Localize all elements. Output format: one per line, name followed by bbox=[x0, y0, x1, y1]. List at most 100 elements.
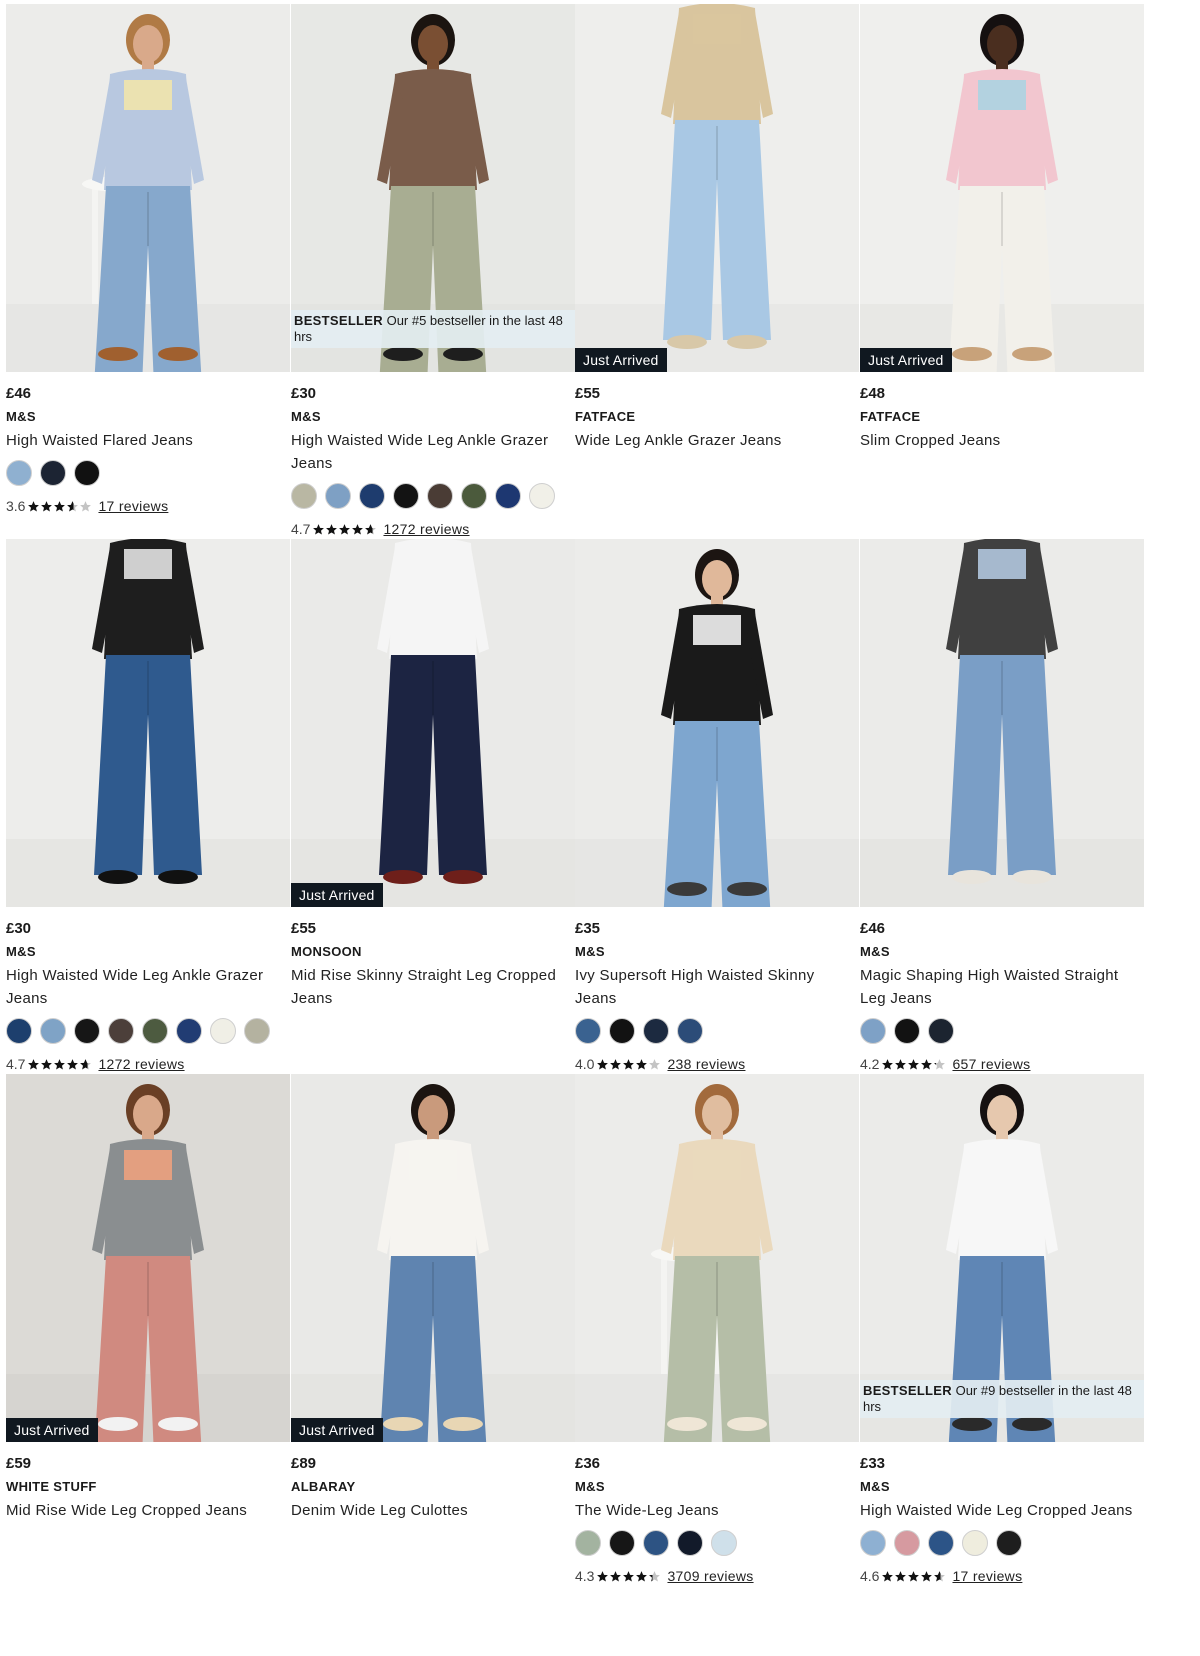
product-photo[interactable] bbox=[860, 539, 1144, 907]
colour-swatch[interactable] bbox=[291, 483, 317, 509]
colour-swatch[interactable] bbox=[575, 1018, 601, 1044]
colour-swatch[interactable] bbox=[461, 483, 487, 509]
product-card[interactable]: Just Arrived £48 FATFACE Slim Cropped Jeans bbox=[860, 4, 1144, 452]
colour-swatch[interactable] bbox=[711, 1530, 737, 1556]
colour-swatch[interactable] bbox=[609, 1018, 635, 1044]
product-photo[interactable] bbox=[575, 539, 859, 907]
product-card[interactable]: BESTSELLER Our #9 bestseller in the last… bbox=[860, 1074, 1144, 1586]
colour-swatch[interactable] bbox=[6, 460, 32, 486]
product-photo[interactable] bbox=[860, 4, 1144, 372]
product-photo[interactable] bbox=[6, 1074, 290, 1442]
product-name-link[interactable]: High Waisted Wide Leg Cropped Jeans bbox=[860, 1499, 1144, 1522]
colour-swatch[interactable] bbox=[894, 1530, 920, 1556]
product-image[interactable]: Just Arrived bbox=[291, 539, 575, 907]
colour-swatch[interactable] bbox=[142, 1018, 168, 1044]
colour-swatch[interactable] bbox=[860, 1530, 886, 1556]
product-image[interactable] bbox=[860, 539, 1144, 907]
colour-swatch[interactable] bbox=[6, 1018, 32, 1044]
product-card[interactable]: £46 M&S Magic Shaping High Waisted Straigh… bbox=[860, 539, 1144, 1074]
colour-swatch[interactable] bbox=[74, 1018, 100, 1044]
product-card[interactable]: Just Arrived £55 MONSOON Mid Rise Skinny St… bbox=[291, 539, 575, 1010]
product-name-link[interactable]: Mid Rise Skinny Straight Leg Cropped Jea… bbox=[291, 964, 575, 1010]
colour-swatch[interactable] bbox=[677, 1018, 703, 1044]
product-name-link[interactable]: Ivy Supersoft High Waisted Skinny Jeans bbox=[575, 964, 859, 1010]
product-image[interactable] bbox=[6, 539, 290, 907]
product-card[interactable]: Just Arrived £59 WHITE STUFF Mid Rise Wide … bbox=[6, 1074, 290, 1522]
colour-swatch[interactable] bbox=[996, 1530, 1022, 1556]
product-photo[interactable] bbox=[575, 1074, 859, 1442]
star-icon bbox=[636, 1570, 648, 1582]
colour-swatch[interactable] bbox=[325, 483, 351, 509]
product-image[interactable]: Just Arrived bbox=[575, 4, 859, 372]
colour-swatch[interactable] bbox=[40, 1018, 66, 1044]
product-image[interactable] bbox=[575, 539, 859, 907]
product-name-link[interactable]: The Wide-Leg Jeans bbox=[575, 1499, 859, 1522]
colour-swatch[interactable] bbox=[860, 1018, 886, 1044]
product-name-link[interactable]: Slim Cropped Jeans bbox=[860, 429, 1144, 452]
colour-swatch[interactable] bbox=[962, 1530, 988, 1556]
colour-swatch[interactable] bbox=[643, 1018, 669, 1044]
colour-swatch[interactable] bbox=[108, 1018, 134, 1044]
product-card[interactable]: Just Arrived £89 ALBARAY Denim Wide Leg Cul… bbox=[291, 1074, 575, 1522]
colour-swatch[interactable] bbox=[677, 1530, 703, 1556]
colour-swatch[interactable] bbox=[894, 1018, 920, 1044]
colour-swatch[interactable] bbox=[427, 483, 453, 509]
product-name-link[interactable]: Wide Leg Ankle Grazer Jeans bbox=[575, 429, 859, 452]
colour-swatch[interactable] bbox=[393, 483, 419, 509]
reviews-link[interactable]: 17 reviews bbox=[952, 1568, 1022, 1584]
colour-swatch[interactable] bbox=[529, 483, 555, 509]
product-image[interactable]: Just Arrived bbox=[860, 4, 1144, 372]
product-photo[interactable] bbox=[6, 539, 290, 907]
product-brand: M&S bbox=[860, 944, 890, 959]
product-image[interactable] bbox=[575, 1074, 859, 1442]
colour-swatch[interactable] bbox=[575, 1530, 601, 1556]
product-card[interactable]: £35 M&S Ivy Supersoft High Waisted Skinny … bbox=[575, 539, 859, 1074]
product-card[interactable]: Just Arrived £55 FATFACE Wide Leg Ankle Gra… bbox=[575, 4, 859, 452]
colour-swatches bbox=[860, 1530, 1144, 1560]
product-card[interactable]: £46 M&S High Waisted Flared Jeans 3.6 17 rev… bbox=[6, 4, 290, 516]
colour-swatch[interactable] bbox=[495, 483, 521, 509]
product-photo[interactable] bbox=[291, 1074, 575, 1442]
product-image[interactable]: BESTSELLER Our #5 bestseller in the last… bbox=[291, 4, 575, 372]
reviews-link[interactable]: 657 reviews bbox=[952, 1056, 1030, 1072]
star-icon bbox=[28, 500, 40, 512]
colour-swatch[interactable] bbox=[244, 1018, 270, 1044]
reviews-link[interactable]: 1272 reviews bbox=[98, 1056, 184, 1072]
colour-swatch[interactable] bbox=[928, 1530, 954, 1556]
rating-stars bbox=[881, 1058, 946, 1071]
colour-swatch[interactable] bbox=[359, 483, 385, 509]
product-price: £55 bbox=[291, 920, 317, 937]
product-image[interactable]: Just Arrived bbox=[291, 1074, 575, 1442]
product-photo[interactable] bbox=[291, 539, 575, 907]
product-price: £30 bbox=[6, 920, 32, 937]
product-rating: 4.6 17 reviews bbox=[860, 1566, 1144, 1586]
product-image[interactable]: BESTSELLER Our #9 bestseller in the last… bbox=[860, 1074, 1144, 1442]
colour-swatch[interactable] bbox=[643, 1530, 669, 1556]
reviews-link[interactable]: 17 reviews bbox=[98, 498, 168, 514]
reviews-link[interactable]: 238 reviews bbox=[667, 1056, 745, 1072]
product-photo[interactable] bbox=[6, 4, 290, 372]
product-card[interactable]: £36 M&S The Wide-Leg Jeans 4.3 3709 reviews bbox=[575, 1074, 859, 1586]
reviews-link[interactable]: 1272 reviews bbox=[383, 521, 469, 537]
product-name-link[interactable]: Mid Rise Wide Leg Cropped Jeans bbox=[6, 1499, 290, 1522]
colour-swatch[interactable] bbox=[928, 1018, 954, 1044]
product-name-link[interactable]: High Waisted Wide Leg Ankle Grazer Jeans bbox=[6, 964, 290, 1010]
star-icon bbox=[908, 1570, 920, 1582]
colour-swatch[interactable] bbox=[609, 1530, 635, 1556]
reviews-link[interactable]: 3709 reviews bbox=[667, 1568, 753, 1584]
product-name-link[interactable]: High Waisted Wide Leg Ankle Grazer Jeans bbox=[291, 429, 575, 475]
colour-swatch[interactable] bbox=[176, 1018, 202, 1044]
product-price: £89 bbox=[291, 1455, 317, 1472]
product-image[interactable] bbox=[6, 4, 290, 372]
product-name-link[interactable]: Magic Shaping High Waisted Straight Leg … bbox=[860, 964, 1144, 1010]
product-name-link[interactable]: Denim Wide Leg Culottes bbox=[291, 1499, 575, 1522]
product-card[interactable]: BESTSELLER Our #5 bestseller in the last… bbox=[291, 4, 575, 539]
colour-swatch[interactable] bbox=[210, 1018, 236, 1044]
colour-swatch[interactable] bbox=[40, 460, 66, 486]
product-card[interactable]: £30 M&S High Waisted Wide Leg Ankle Grazer… bbox=[6, 539, 290, 1074]
colour-swatch[interactable] bbox=[74, 460, 100, 486]
product-price: £48 bbox=[860, 385, 886, 402]
product-photo[interactable] bbox=[575, 4, 859, 372]
product-name-link[interactable]: High Waisted Flared Jeans bbox=[6, 429, 290, 452]
product-image[interactable]: Just Arrived bbox=[6, 1074, 290, 1442]
